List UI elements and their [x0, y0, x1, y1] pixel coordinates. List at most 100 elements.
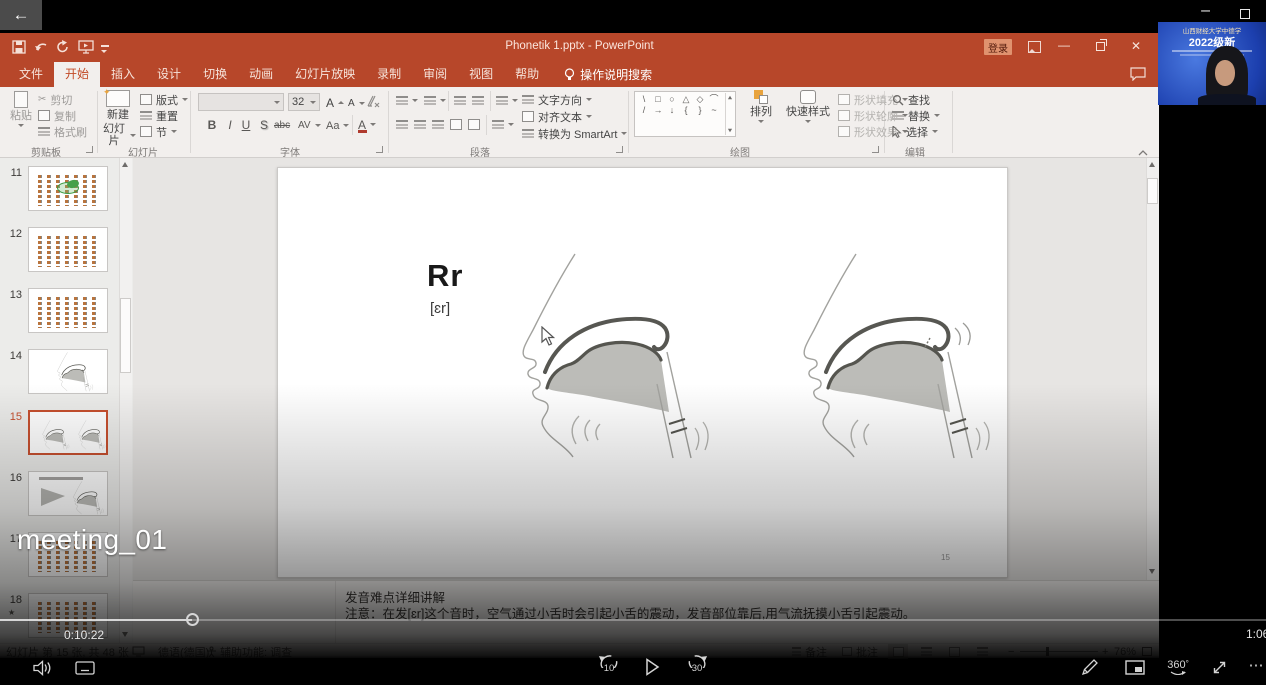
find-button[interactable]: 查找	[892, 92, 930, 107]
format-painter-button[interactable]: 格式刷	[38, 124, 87, 139]
shape-glyph[interactable]: □	[651, 94, 665, 105]
zoom-in-button[interactable]: +	[1102, 644, 1108, 659]
normal-view-button[interactable]	[888, 644, 908, 659]
tab-transitions[interactable]: 切换	[192, 62, 238, 87]
presenter-display-icon[interactable]	[132, 646, 145, 657]
new-slide-button[interactable]: ✦ 新建 幻灯片	[100, 90, 136, 147]
zoom-out-button[interactable]: −	[1008, 644, 1014, 659]
align-center-button[interactable]	[414, 117, 426, 132]
more-options-button[interactable]: ⋯	[1246, 655, 1266, 675]
slide-thumbnail-16[interactable]	[28, 471, 108, 516]
tab-slideshow[interactable]: 幻灯片放映	[284, 62, 366, 87]
paragraph-dialog-launcher[interactable]	[616, 146, 623, 153]
main-scrollbar-thumb[interactable]	[1147, 178, 1158, 204]
select-button[interactable]: 选择	[892, 124, 938, 139]
tab-home[interactable]: 开始	[54, 62, 100, 87]
layout-button[interactable]: 版式	[140, 92, 188, 107]
sign-in-button[interactable]: 登录	[984, 39, 1012, 55]
shape-glyph[interactable]: △	[679, 94, 693, 105]
seek-bar-handle[interactable]	[186, 613, 199, 626]
slide-sorter-view-button[interactable]	[916, 644, 936, 659]
reset-button[interactable]: 重置	[140, 108, 178, 123]
ribbon-display-options-icon[interactable]	[1028, 41, 1041, 53]
bullets-button[interactable]	[396, 93, 418, 108]
text-shadow-button[interactable]: S	[256, 117, 272, 132]
accessibility-status[interactable]: 辅助功能: 调查	[220, 644, 292, 659]
shape-glyph[interactable]: ⌒	[707, 94, 721, 105]
tab-view[interactable]: 视图	[458, 62, 504, 87]
language-indicator[interactable]: 德语(德国)	[158, 644, 209, 659]
change-case-button[interactable]: Aa	[326, 118, 349, 133]
slide-thumbnail-12[interactable]	[28, 227, 108, 272]
arrange-button[interactable]: 排列	[744, 90, 778, 123]
cut-button[interactable]: ✂剪切	[38, 92, 72, 107]
align-right-button[interactable]	[432, 117, 444, 132]
mini-player-button[interactable]	[1124, 659, 1146, 675]
slide-thumbnail-15-selected[interactable]	[28, 410, 108, 455]
thumbnail-scrollbar-track[interactable]	[119, 158, 132, 643]
slideshow-view-button[interactable]	[972, 644, 992, 659]
grow-font-button[interactable]: A	[326, 95, 344, 110]
character-spacing-button[interactable]: AV	[298, 118, 321, 133]
clipboard-dialog-launcher[interactable]	[86, 146, 93, 153]
paste-button[interactable]: 粘贴	[6, 91, 36, 127]
tab-review[interactable]: 审阅	[412, 62, 458, 87]
columns-button[interactable]	[492, 117, 514, 132]
zoom-slider-handle[interactable]	[1046, 647, 1049, 656]
collapse-ribbon-button[interactable]	[1138, 143, 1148, 149]
tab-record[interactable]: 录制	[366, 62, 412, 87]
notes-pane[interactable]: 发音难点详细讲解 注意：在发[ɛr]这个音时，空气通过小舌时会引起小舌的震动，发…	[133, 580, 1159, 643]
decrease-indent-button[interactable]	[454, 93, 466, 108]
tab-insert[interactable]: 插入	[100, 62, 146, 87]
ppt-minimize-button[interactable]: —	[1058, 38, 1070, 52]
shape-glyph[interactable]: {	[679, 105, 693, 116]
quick-styles-button[interactable]: 快速样式	[782, 90, 834, 123]
underline-button[interactable]: U	[238, 117, 254, 132]
reading-view-button[interactable]	[944, 644, 964, 659]
comments-toggle-button[interactable]: 批注	[842, 644, 878, 659]
distribute-button[interactable]	[468, 117, 480, 132]
font-size-combo[interactable]: 32	[288, 93, 320, 111]
convert-smartart-button[interactable]: 转换为 SmartArt	[522, 126, 627, 141]
window-maximize-button[interactable]	[1240, 9, 1250, 19]
fullscreen-button[interactable]	[1209, 657, 1229, 677]
shrink-font-button[interactable]: A	[348, 96, 365, 111]
shape-glyph[interactable]: ~	[707, 105, 721, 116]
rewind-10-button[interactable]: 10	[598, 655, 620, 679]
shape-glyph[interactable]: ◇	[693, 94, 707, 105]
font-color-button[interactable]: A	[358, 117, 376, 132]
back-button[interactable]: ←	[0, 0, 42, 30]
fit-slide-to-window-icon[interactable]	[1142, 647, 1152, 656]
increase-indent-button[interactable]	[472, 93, 484, 108]
tab-help[interactable]: 帮助	[504, 62, 550, 87]
rotate-360-button[interactable]: 360°	[1163, 657, 1193, 677]
align-left-button[interactable]	[396, 117, 408, 132]
numbering-button[interactable]	[424, 93, 446, 108]
ppt-close-button[interactable]: ✕	[1131, 39, 1141, 53]
main-scroll-down-icon[interactable]	[1149, 569, 1155, 574]
slide-canvas[interactable]: Rr [ɛr] 15	[277, 167, 1008, 578]
clear-formatting-icon[interactable]	[366, 94, 380, 108]
shape-glyph[interactable]: /	[637, 105, 651, 116]
volume-button[interactable]	[30, 658, 54, 678]
comment-bubble-icon[interactable]	[1130, 67, 1146, 81]
text-direction-button[interactable]: 文字方向	[522, 92, 592, 107]
justify-button[interactable]	[450, 117, 462, 132]
window-minimize-button[interactable]: –	[1201, 2, 1210, 20]
tab-file[interactable]: 文件	[8, 62, 54, 87]
annotate-button[interactable]	[1080, 657, 1100, 677]
thumbnail-scrollbar-thumb[interactable]	[120, 298, 131, 373]
strikethrough-button[interactable]: abc	[274, 118, 290, 133]
slide-thumbnail-11[interactable]	[28, 166, 108, 211]
line-spacing-button[interactable]	[496, 93, 518, 108]
tell-me-search[interactable]: 操作说明搜索	[564, 62, 652, 87]
thumbnail-scroll-up-icon[interactable]	[122, 162, 128, 167]
main-scroll-up-icon[interactable]	[1149, 162, 1155, 167]
replace-button[interactable]: 替换	[892, 108, 940, 123]
shape-glyph[interactable]: }	[693, 105, 707, 116]
slide-thumbnail-14[interactable]	[28, 349, 108, 394]
notes-toggle-button[interactable]: 备注	[792, 644, 827, 659]
shapes-gallery-scrollbar[interactable]	[725, 93, 734, 135]
section-button[interactable]: 节	[140, 124, 177, 139]
font-dialog-launcher[interactable]	[376, 146, 383, 153]
